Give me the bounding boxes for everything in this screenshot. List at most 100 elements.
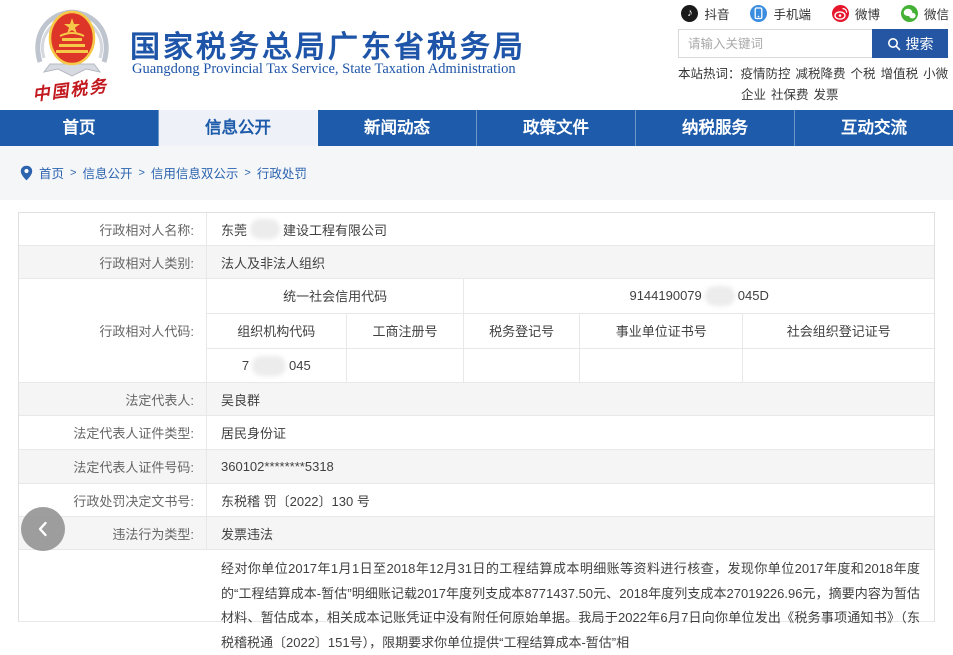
redaction-blur — [250, 219, 281, 239]
case-detail-text: 经对你单位2017年1月1日至2018年12月31日的工程结算成本明细账等资料进… — [221, 561, 920, 650]
page-subtitle: Guangdong Provincial Tax Service, State … — [132, 61, 516, 77]
site-header: 中国税务 国家税务总局广东省税务局 Guangdong Provincial T… — [0, 0, 953, 110]
search-bar: 搜索 — [678, 29, 948, 58]
hot-word-link[interactable]: 社保费 — [771, 88, 809, 102]
social-links: ♪ 抖音 手机端 微博 微信 — [681, 4, 949, 23]
org-code-value: 7 045 — [207, 348, 347, 383]
empty-cell — [743, 349, 933, 383]
social-wechat[interactable]: 微信 — [900, 4, 949, 23]
search-input[interactable] — [678, 29, 872, 58]
row-value: 统一社会信用代码 9144190079 045D 组织机构代码 工商注册号 税务… — [207, 278, 934, 383]
breadcrumb-separator: > — [244, 166, 251, 179]
column-header: 组织机构代码 — [207, 313, 347, 348]
weibo-icon — [831, 5, 849, 22]
nav-item-home[interactable]: 首页 — [0, 110, 159, 146]
breadcrumb: 首页 > 信息公开 > 信用信息双公示 > 行政处罚 — [20, 163, 307, 182]
column-header: 工商注册号 — [347, 313, 465, 348]
row-label: 行政相对人类别: — [19, 246, 207, 278]
breadcrumb-credit-publicity[interactable]: 信用信息双公示 — [151, 163, 239, 182]
hot-word-link[interactable]: 减税降费 — [796, 67, 846, 81]
row-label: 法定代表人证件类型: — [19, 416, 207, 449]
wechat-icon — [900, 5, 918, 22]
column-header: 社会组织登记证号 — [786, 324, 891, 339]
row-value: 360102********5318 — [221, 459, 334, 474]
row-value: 发票违法 — [221, 526, 274, 542]
column-header: 事业单位证书号 — [580, 313, 744, 348]
table-row-violation-type: 违法行为类型: 发票违法 — [19, 517, 934, 550]
row-label: 行政相对人代码: — [19, 279, 207, 382]
credit-code-value: 9144190079 045D — [464, 279, 934, 313]
empty-cell — [580, 348, 744, 383]
company-name-prefix: 东莞 — [221, 222, 248, 238]
breadcrumb-separator: > — [138, 166, 145, 179]
search-icon — [887, 37, 901, 51]
org-code-prefix: 7 — [241, 358, 250, 373]
hot-word-link[interactable]: 发票 — [814, 88, 839, 102]
redaction-blur — [252, 355, 287, 376]
social-mobile[interactable]: 手机端 — [750, 4, 811, 23]
hot-words-label: 本站热词： — [678, 67, 741, 81]
table-row-case-detail: 经对你单位2017年1月1日至2018年12月31日的工程结算成本明细账等资料进… — [19, 550, 934, 650]
carousel-prev-button[interactable] — [21, 507, 65, 551]
social-weibo-label: 微博 — [854, 8, 880, 22]
douyin-icon: ♪ — [681, 5, 699, 22]
social-douyin[interactable]: ♪ 抖音 — [681, 4, 729, 23]
content-area: 行政相对人名称: 东莞 建设工程有限公司 行政相对人类别: 法人及非法人组织 行… — [0, 200, 953, 650]
penalty-detail-table: 行政相对人名称: 东莞 建设工程有限公司 行政相对人类别: 法人及非法人组织 行… — [18, 212, 935, 650]
search-button[interactable]: 搜索 — [872, 29, 948, 58]
social-wechat-label: 微信 — [923, 8, 949, 22]
row-label: 法定代表人证件号码: — [19, 450, 207, 483]
empty-cell — [347, 348, 465, 383]
mobile-icon — [750, 5, 768, 22]
hot-word-link[interactable]: 增值税 — [881, 67, 919, 81]
breadcrumb-home[interactable]: 首页 — [39, 163, 64, 182]
credit-code-suffix: 045D — [737, 288, 769, 303]
table-row-doc-number: 行政处罚决定文书号: 东税稽 罚〔2022〕130 号 — [19, 484, 934, 517]
credit-code-label: 统一社会信用代码 — [207, 278, 465, 313]
nav-item-info-disclosure[interactable]: 信息公开 — [159, 110, 318, 146]
main-nav: 首页 信息公开 新闻动态 政策文件 纳税服务 互动交流 — [0, 110, 953, 146]
social-weibo[interactable]: 微博 — [831, 4, 880, 23]
nav-item-tax-service[interactable]: 纳税服务 — [636, 110, 795, 146]
breadcrumb-band: 首页 > 信息公开 > 信用信息双公示 > 行政处罚 — [0, 146, 953, 200]
page-title: 国家税务总局广东省税务局 — [130, 31, 526, 64]
breadcrumb-info-disclosure[interactable]: 信息公开 — [82, 163, 132, 182]
location-pin-icon — [20, 165, 33, 180]
table-row-id-number: 法定代表人证件号码: 360102********5318 — [19, 450, 934, 484]
row-label: 行政相对人名称: — [19, 213, 207, 245]
row-value: 吴良群 — [221, 392, 261, 408]
table-row-codes: 行政相对人代码: 统一社会信用代码 9144190079 045D 组织机构代码… — [19, 278, 934, 383]
org-code-suffix: 045 — [289, 358, 311, 373]
national-emblem-logo — [35, 9, 109, 77]
search-button-label: 搜索 — [905, 35, 934, 52]
social-douyin-label: 抖音 — [704, 8, 730, 22]
hot-word-link[interactable]: 个税 — [851, 67, 876, 81]
row-value: 法人及非法人组织 — [221, 255, 326, 271]
breadcrumb-separator: > — [70, 166, 77, 179]
table-row-id-type: 法定代表人证件类型: 居民身份证 — [19, 416, 934, 450]
code-headers-row: 组织机构代码 工商注册号 税务登记号 事业单位证书号 社会组织登记证号 — [207, 313, 934, 349]
codes-nested-table: 统一社会信用代码 9144190079 045D 组织机构代码 工商注册号 税务… — [207, 278, 934, 383]
table-row-name: 行政相对人名称: 东莞 建设工程有限公司 — [19, 213, 934, 246]
social-mobile-label: 手机端 — [773, 8, 811, 22]
breadcrumb-admin-penalty[interactable]: 行政处罚 — [257, 163, 307, 182]
nav-item-policy[interactable]: 政策文件 — [477, 110, 636, 146]
row-label: 法定代表人: — [19, 383, 207, 415]
row-value: 东莞 建设工程有限公司 — [207, 213, 934, 245]
nav-item-interaction[interactable]: 互动交流 — [795, 110, 953, 146]
table-row-category: 行政相对人类别: 法人及非法人组织 — [19, 246, 934, 279]
credit-code-prefix: 9144190079 — [629, 288, 702, 303]
table-row-legal-rep: 法定代表人: 吴良群 — [19, 383, 934, 416]
column-header: 税务登记号 — [464, 313, 580, 348]
nav-item-news[interactable]: 新闻动态 — [318, 110, 477, 146]
code-values-row: 7 045 — [207, 348, 934, 383]
row-value: 居民身份证 — [221, 426, 287, 441]
hot-words: 本站热词：疫情防控 减税降费 个税 增值税 小微企业 社保费 发票 — [678, 64, 952, 106]
redaction-blur — [704, 285, 735, 306]
company-name-suffix: 建设工程有限公司 — [283, 222, 388, 238]
credit-code-row: 统一社会信用代码 9144190079 045D — [207, 278, 934, 314]
row-value: 东税稽 罚〔2022〕130 号 — [221, 493, 370, 509]
empty-cell — [464, 348, 580, 383]
chevron-left-icon — [38, 521, 47, 537]
hot-word-link[interactable]: 疫情防控 — [741, 67, 791, 81]
